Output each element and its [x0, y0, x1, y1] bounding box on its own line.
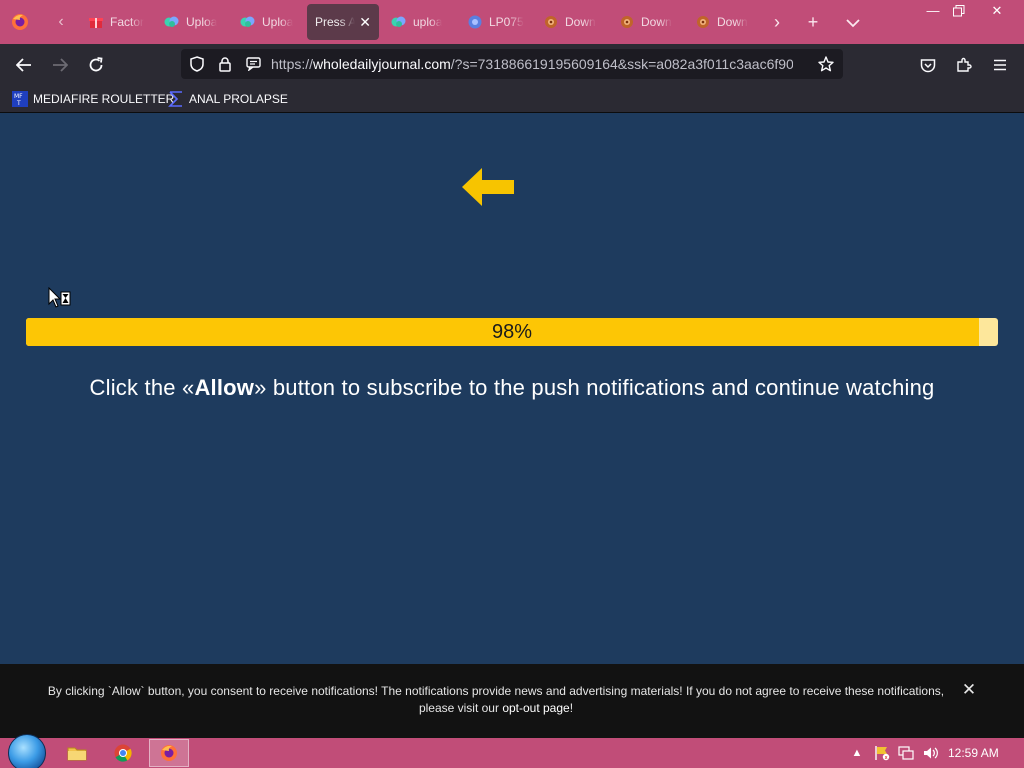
tab[interactable]: Uploa [232, 4, 304, 40]
hamburger-menu-icon[interactable] [987, 52, 1013, 78]
headline-before: Click the « [89, 375, 195, 400]
url-host: wholedailyjournal.com [313, 56, 451, 72]
tab-label: Down [565, 15, 596, 29]
tab[interactable]: uploa [383, 4, 455, 40]
svg-text:MF: MF [14, 93, 23, 100]
headline-after: » button to subscribe to the push notifi… [254, 375, 935, 400]
allow-instruction-text: Click the «Allow» button to subscribe to… [0, 375, 1024, 401]
busy-cursor-icon [48, 286, 72, 314]
bookmark-sigma-icon [168, 91, 184, 107]
chrome-icon[interactable] [103, 739, 143, 767]
notification-consent-bar: By clicking `Allow` button, you consent … [0, 664, 1024, 738]
scroll-tabs-right-icon[interactable]: › [765, 10, 789, 34]
tab-label: Factor [110, 15, 145, 29]
pocket-icon[interactable] [915, 52, 941, 78]
tab-label: uploa [413, 15, 443, 29]
taskbar-clock[interactable]: 12:59 AM [948, 746, 999, 760]
network-icon[interactable] [897, 744, 915, 762]
tab[interactable]: Uploa [156, 4, 228, 40]
headline-allow: Allow [194, 375, 255, 400]
new-tab-plus-icon[interactable]: + [801, 10, 825, 34]
scroll-tabs-left-icon[interactable]: ‹ [50, 11, 72, 33]
mediafire-icon: MF T [12, 91, 28, 107]
volume-icon[interactable] [921, 744, 939, 762]
close-tab-icon[interactable]: ✕ [359, 15, 371, 29]
firefox-taskbar-icon[interactable] [149, 739, 189, 767]
consent-text: By clicking `Allow` button, you consent … [30, 683, 962, 717]
tab[interactable]: Down [535, 4, 607, 40]
orange-gear-icon [695, 14, 711, 30]
file-explorer-icon[interactable] [57, 739, 97, 767]
blue-globe-icon [467, 14, 483, 30]
show-hidden-icons-icon[interactable]: ▲ [848, 744, 866, 762]
tab[interactable]: LP075 [459, 4, 531, 40]
url-bar[interactable]: https://wholedailyjournal.com/?s=7318866… [181, 49, 843, 79]
back-arrow-icon[interactable] [11, 52, 37, 78]
list-all-tabs-chevron-icon[interactable] [841, 10, 865, 34]
opt-out-link[interactable]: opt-out page [502, 701, 569, 715]
bookmark-star-icon[interactable] [817, 55, 835, 73]
bookmark-label: MEDIAFIRE ROULETTER [33, 92, 175, 106]
taskbar: ▲ x 12:59 AM [0, 734, 1024, 768]
firefox-view-icon[interactable] [8, 10, 32, 34]
url-path: /?s=731886619195609164&ssk=a082a3f011c3a… [450, 56, 793, 72]
svg-text:T: T [16, 100, 21, 107]
restore-icon[interactable] [942, 0, 976, 22]
tab-label: Down [717, 15, 748, 29]
bookmarks-toolbar: MF T MEDIAFIRE ROULETTER ANAL PROLAPSE [0, 85, 1024, 113]
progress-bar: 98% [26, 318, 998, 346]
action-center-flag-icon[interactable]: x [873, 744, 891, 762]
bookmark-label: ANAL PROLAPSE [189, 92, 288, 106]
tab-label: Uploa [186, 15, 218, 29]
tab-label: Uploa [262, 15, 294, 29]
tab-label: Down [641, 15, 672, 29]
progress-percent: 98% [491, 321, 533, 343]
shield-icon[interactable] [188, 55, 206, 73]
bookmark-anal-prolapse[interactable]: ANAL PROLAPSE [168, 89, 288, 109]
consent-end: ! [569, 701, 574, 715]
red-gift-icon [88, 14, 104, 30]
close-consent-icon[interactable]: ✕ [960, 681, 978, 699]
forward-arrow-icon[interactable] [47, 52, 73, 78]
tab[interactable]: Factor [80, 4, 152, 40]
page-content: 98% Click the «Allow» button to subscrib… [0, 113, 1024, 664]
orange-gear-icon [619, 14, 635, 30]
page-permissions-icon[interactable] [244, 55, 262, 73]
tab[interactable]: Down [611, 4, 683, 40]
tab-label: Press A [315, 15, 355, 29]
tab-strip: ‹ Factor Uploa Uploa Press A ✕ uploa LP0… [0, 0, 1024, 44]
lock-icon[interactable] [216, 55, 234, 73]
navigation-toolbar: https://wholedailyjournal.com/?s=7318866… [0, 44, 1024, 85]
tab[interactable]: Down [687, 4, 759, 40]
orange-gear-icon [543, 14, 559, 30]
tab-label: LP075 [489, 15, 524, 29]
consent-body: By clicking `Allow` button, you consent … [47, 684, 945, 715]
svg-text:x: x [885, 755, 888, 761]
extensions-puzzle-icon[interactable] [951, 52, 977, 78]
teal-cloud-icon [391, 14, 407, 30]
bookmark-mediafire-rouletter[interactable]: MF T MEDIAFIRE ROULETTER [12, 89, 174, 109]
close-window-icon[interactable]: ✕ [980, 0, 1014, 22]
teal-cloud-icon [164, 14, 180, 30]
start-orb-icon[interactable] [8, 734, 46, 768]
left-arrow-icon [460, 166, 516, 213]
tab-active[interactable]: Press A ✕ [307, 4, 379, 40]
reload-icon[interactable] [83, 52, 109, 78]
url-text[interactable]: https://wholedailyjournal.com/?s=7318866… [271, 56, 793, 72]
teal-cloud-icon [240, 14, 256, 30]
url-prefix: https:// [271, 56, 314, 72]
